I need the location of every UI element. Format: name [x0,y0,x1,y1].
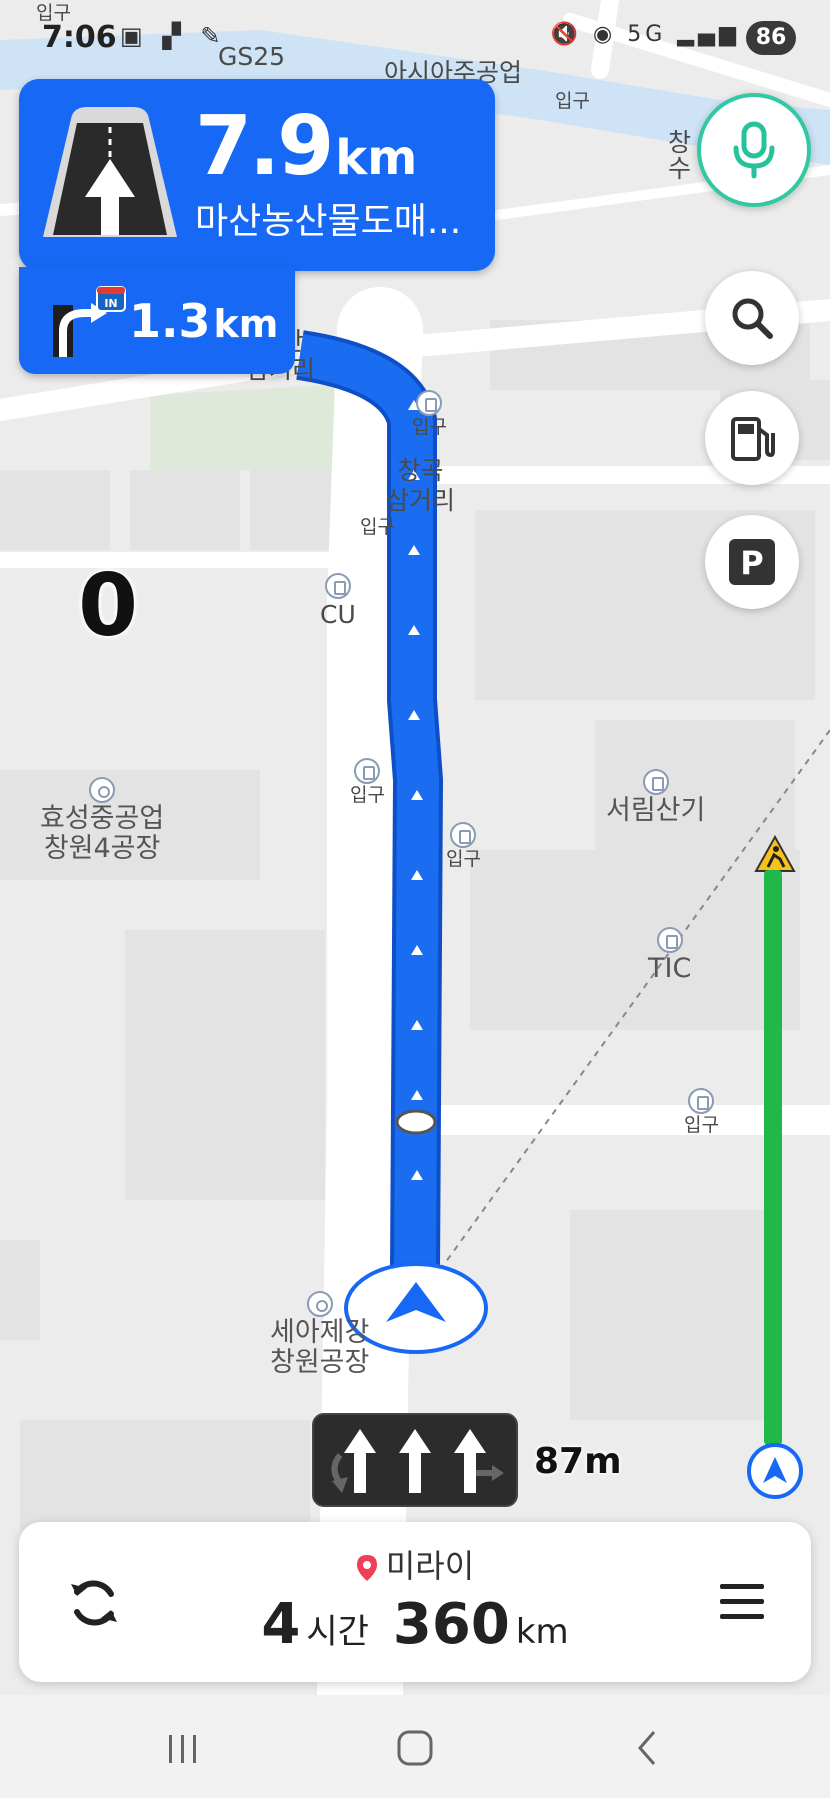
back-icon [638,1731,656,1765]
trip-destination: 미라이 [19,1544,811,1588]
road-work-icon[interactable] [754,835,796,873]
ramp-right-turn-icon: IN [53,286,126,357]
parking-button[interactable]: P [705,515,799,609]
map-label-seah[interactable]: 세아제강 창원공장 [270,1288,369,1378]
system-navigation-bar [0,1695,830,1798]
trip-remaining: 4 시간 360 km [19,1590,811,1673]
map-label-tic[interactable]: TIC [648,924,691,984]
building-pin-icon [416,390,443,416]
map-label-cu[interactable]: CU [320,570,356,630]
mic-icon [733,121,775,179]
building-pin-icon [656,926,683,953]
fuel-station-icon [731,417,775,461]
building-pin-icon [642,768,669,795]
map-label-ipgu[interactable]: 입구 [350,758,385,806]
svg-text:P: P [740,544,763,582]
next-turn-distance-value: 1.3 [129,294,211,348]
map-label-hyosung-text: 효성중공업 창원4공장 [40,803,165,864]
home-icon [397,1730,433,1766]
map-label-ipgu-text: 입구 [446,848,481,870]
next-turn-card[interactable]: IN 1.3km [19,267,295,374]
map-label-hyosung[interactable]: 효성중공업 창원4공장 [40,774,164,864]
interchange-badge: IN [104,297,117,310]
remaining-hours: 4 [261,1592,301,1657]
current-speed: 0 [78,556,138,656]
map-label-ipgu[interactable]: 입구 [684,1088,719,1136]
progress-position-marker [747,1443,803,1499]
map-label-changgok: 창곡 삼거리 [386,456,456,515]
map-label-tic-text: TIC [648,953,692,984]
map-label-ipgu-text: 입구 [684,1114,719,1136]
status-signal-icons: 🔇 ◉ 5G ▂▄▆ [550,22,740,47]
voice-search-button[interactable] [697,93,811,207]
next-turn-distance-unit: km [213,302,279,346]
home-button[interactable] [385,1725,445,1771]
route-progress-bar [764,870,782,1445]
location-pin-icon [356,1555,377,1581]
guidance-distance: 7.9km [195,97,417,208]
back-button[interactable] [617,1725,677,1771]
map-label-chang: 창 수 [668,128,692,183]
trip-destination-name: 미라이 [385,1547,475,1585]
remaining-distance-unit: km [515,1612,569,1652]
guidance-distance-value: 7.9 [195,99,334,194]
lane-distance: 87m [534,1441,622,1482]
store-pin-icon [324,573,351,599]
building-pin-icon [688,1088,715,1114]
menu-icon[interactable] [717,1578,767,1624]
map-label-ipgu: 입구 [360,516,395,538]
straight-road-icon [43,107,177,237]
parking-icon: P [729,539,775,585]
status-bar: 7:06 ▣ ▞ ✎ 🔇 ◉ 5G ▂▄▆ 86 [0,0,830,70]
search-button[interactable] [705,271,799,365]
map-label-ipgu[interactable]: 입구 [446,822,481,870]
status-time: 7:06 [42,20,117,55]
lane-arrows-icon [331,1429,504,1493]
turn-guidance-card[interactable]: 7.9km 마산농산물도매... [19,79,495,271]
building-pin-icon [354,758,381,784]
search-icon [732,298,773,339]
remaining-hours-unit: 시간 [306,1612,369,1652]
building-pin-icon [450,822,477,848]
lane-guidance [312,1413,518,1507]
map-label-cu-text: CU [320,600,356,629]
map-label-seorim[interactable]: 서림산기 [606,766,705,826]
navigation-arrow-icon [763,1457,787,1483]
recent-apps-button[interactable] [153,1725,213,1771]
fuel-station-button[interactable] [705,391,799,485]
next-turn-distance: 1.3km [129,293,278,352]
recent-apps-icon [169,1735,196,1763]
map-label-seah-text: 세아제강 창원공장 [270,1317,370,1378]
guidance-distance-unit: km [335,130,418,186]
map-label-seorim-text: 서림산기 [606,795,706,826]
place-pin-icon [306,1290,333,1317]
map-label-ipgu-text: 입구 [350,784,385,806]
place-pin-icon [89,776,116,803]
guidance-destination: 마산농산물도매... [195,201,462,242]
status-notification-icons: ▣ ▞ ✎ [120,22,227,50]
remaining-distance: 360 [392,1592,510,1657]
trip-summary-card[interactable]: 미라이 4 시간 360 km [19,1522,811,1682]
battery-indicator: 86 [746,21,796,55]
map-label-ipgu: 입구 [555,90,590,112]
map-label-ipgu-text: 입구 [412,416,447,438]
map-label-ipgu[interactable]: 입구 [412,390,447,438]
